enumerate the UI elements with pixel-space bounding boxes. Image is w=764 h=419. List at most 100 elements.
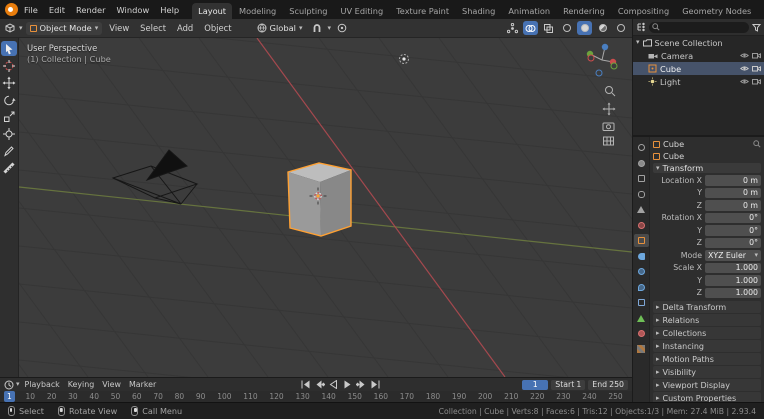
toggle-perspective-control[interactable] — [603, 136, 614, 146]
frame-tick[interactable]: 110 — [243, 392, 257, 401]
properties-tab-particles[interactable] — [634, 265, 649, 278]
blender-logo-icon[interactable] — [5, 3, 18, 16]
properties-tab-tool[interactable] — [634, 141, 649, 154]
tab-shading[interactable]: Shading — [456, 3, 501, 19]
properties-section[interactable]: ▸ Viewport Display — [653, 379, 761, 391]
properties-section[interactable]: ▸ Delta Transform — [653, 301, 761, 313]
axis-y-negative[interactable] — [610, 62, 618, 70]
frame-tick[interactable]: 250 — [608, 392, 622, 401]
tab-sculpting[interactable]: Sculpting — [283, 3, 333, 19]
frame-tick[interactable]: 20 — [47, 392, 57, 401]
tab-uv-editing[interactable]: UV Editing — [334, 3, 389, 19]
cube-object[interactable] — [287, 162, 352, 237]
rotation-y-field[interactable]: 0° — [705, 225, 761, 236]
location-y-field[interactable]: 0 m — [705, 187, 761, 198]
select-box-tool-button[interactable] — [1, 41, 17, 56]
frame-tick[interactable]: 100 — [217, 392, 231, 401]
frame-tick[interactable]: 160 — [374, 392, 388, 401]
outliner-row-scene-collection[interactable]: ▾ Scene Collection — [633, 36, 764, 49]
snap-magnet-toggle[interactable] — [310, 21, 325, 35]
properties-section[interactable]: ▸ Instancing — [653, 340, 761, 352]
frame-tick[interactable]: 180 — [426, 392, 440, 401]
menu-view[interactable]: View — [105, 21, 133, 35]
outliner-row-light[interactable]: Light — [633, 75, 764, 88]
properties-tab-physics[interactable] — [634, 281, 649, 294]
rotate-tool-button[interactable] — [1, 92, 17, 107]
tab-compositing[interactable]: Compositing — [612, 3, 675, 19]
menu-keying[interactable]: Keying — [65, 380, 98, 389]
shading-solid-button[interactable] — [577, 21, 592, 35]
timeline-ruler[interactable]: 1102030405060708090100110120130140150160… — [0, 391, 632, 402]
disable-render-camera-icon[interactable] — [752, 52, 761, 59]
properties-tab-material[interactable] — [634, 327, 649, 340]
menu-object[interactable]: Object — [200, 21, 235, 35]
scale-tool-button[interactable] — [1, 109, 17, 124]
object-name-row[interactable]: Cube — [653, 151, 761, 161]
hide-viewport-eye-icon[interactable] — [740, 78, 749, 85]
editor-type-timeline-icon[interactable] — [4, 380, 14, 390]
move-tool-button[interactable] — [1, 75, 17, 90]
frame-tick[interactable]: 150 — [348, 392, 362, 401]
mode-dropdown[interactable]: Object Mode ▾ — [25, 21, 103, 35]
transform-panel-header[interactable]: ▾ Transform — [653, 163, 761, 173]
proportional-editing-toggle[interactable] — [334, 21, 349, 35]
camera-object[interactable] — [111, 149, 199, 205]
playhead-frame-label[interactable]: 1 — [4, 391, 15, 402]
tab-texture-paint[interactable]: Texture Paint — [390, 3, 455, 19]
frame-tick[interactable]: 90 — [196, 392, 206, 401]
scale-x-field[interactable]: 1.000 — [705, 262, 761, 273]
menu-add[interactable]: Add — [173, 21, 197, 35]
3d-viewport[interactable]: User Perspective (1) Collection | Cube — [19, 38, 632, 377]
tab-modeling[interactable]: Modeling — [233, 3, 282, 19]
snap-caret-icon[interactable]: ▾ — [328, 24, 332, 32]
expand-caret-icon[interactable]: ▾ — [636, 39, 640, 46]
frame-tick[interactable]: 210 — [504, 392, 518, 401]
frame-tick[interactable]: 200 — [478, 392, 492, 401]
annotate-tool-button[interactable] — [1, 143, 17, 158]
menu-window[interactable]: Window — [112, 3, 155, 17]
menu-render[interactable]: Render — [71, 3, 111, 17]
disable-render-camera-icon[interactable] — [752, 65, 761, 72]
play-button[interactable] — [342, 380, 353, 389]
properties-section[interactable]: ▸ Custom Properties — [653, 392, 761, 402]
frame-tick[interactable]: 10 — [26, 392, 36, 401]
tab-animation[interactable]: Animation — [502, 3, 556, 19]
scale-y-field[interactable]: 1.000 — [705, 275, 761, 286]
frame-start-field[interactable]: Start 1 — [551, 379, 586, 390]
frame-tick[interactable]: 190 — [452, 392, 466, 401]
hide-viewport-eye-icon[interactable] — [740, 52, 749, 59]
outliner-row-camera[interactable]: Camera — [633, 49, 764, 62]
menu-playback[interactable]: Playback — [22, 380, 63, 389]
location-z-field[interactable]: 0 m — [705, 200, 761, 211]
rotation-x-field[interactable]: 0° — [705, 212, 761, 223]
properties-tab-world[interactable] — [634, 219, 649, 232]
current-frame-field[interactable]: 1 — [522, 379, 549, 390]
menu-help[interactable]: Help — [155, 3, 184, 17]
transform-tool-button[interactable] — [1, 126, 17, 141]
properties-tab-view-layer[interactable] — [634, 188, 649, 201]
shading-rendered-button[interactable] — [613, 21, 628, 35]
outliner-search-input[interactable] — [649, 21, 749, 33]
filter-icon[interactable] — [752, 23, 761, 32]
menu-file[interactable]: File — [19, 3, 43, 17]
shading-material-button[interactable] — [595, 21, 610, 35]
outliner-row-cube[interactable]: Cube — [633, 62, 764, 75]
prev-keyframe-button[interactable] — [314, 380, 326, 389]
search-icon[interactable] — [753, 140, 761, 148]
light-object[interactable] — [399, 54, 409, 64]
scale-z-field[interactable]: 1.000 — [705, 287, 761, 298]
frame-tick[interactable]: 30 — [68, 392, 78, 401]
jump-to-start-button[interactable] — [300, 380, 311, 389]
properties-tab-data[interactable] — [634, 312, 649, 325]
frame-tick[interactable]: 130 — [295, 392, 309, 401]
tab-layout[interactable]: Layout — [192, 3, 232, 19]
frame-tick[interactable]: 240 — [582, 392, 596, 401]
frame-tick[interactable]: 50 — [111, 392, 121, 401]
properties-section[interactable]: ▸ Visibility — [653, 366, 761, 378]
jump-to-end-button[interactable] — [370, 380, 381, 389]
move-view-control[interactable] — [602, 102, 616, 116]
axis-x-negative[interactable] — [587, 54, 595, 62]
axis-z-positive[interactable] — [601, 43, 609, 51]
editor-type-outliner-icon[interactable] — [636, 22, 646, 32]
frame-tick[interactable]: 40 — [89, 392, 99, 401]
